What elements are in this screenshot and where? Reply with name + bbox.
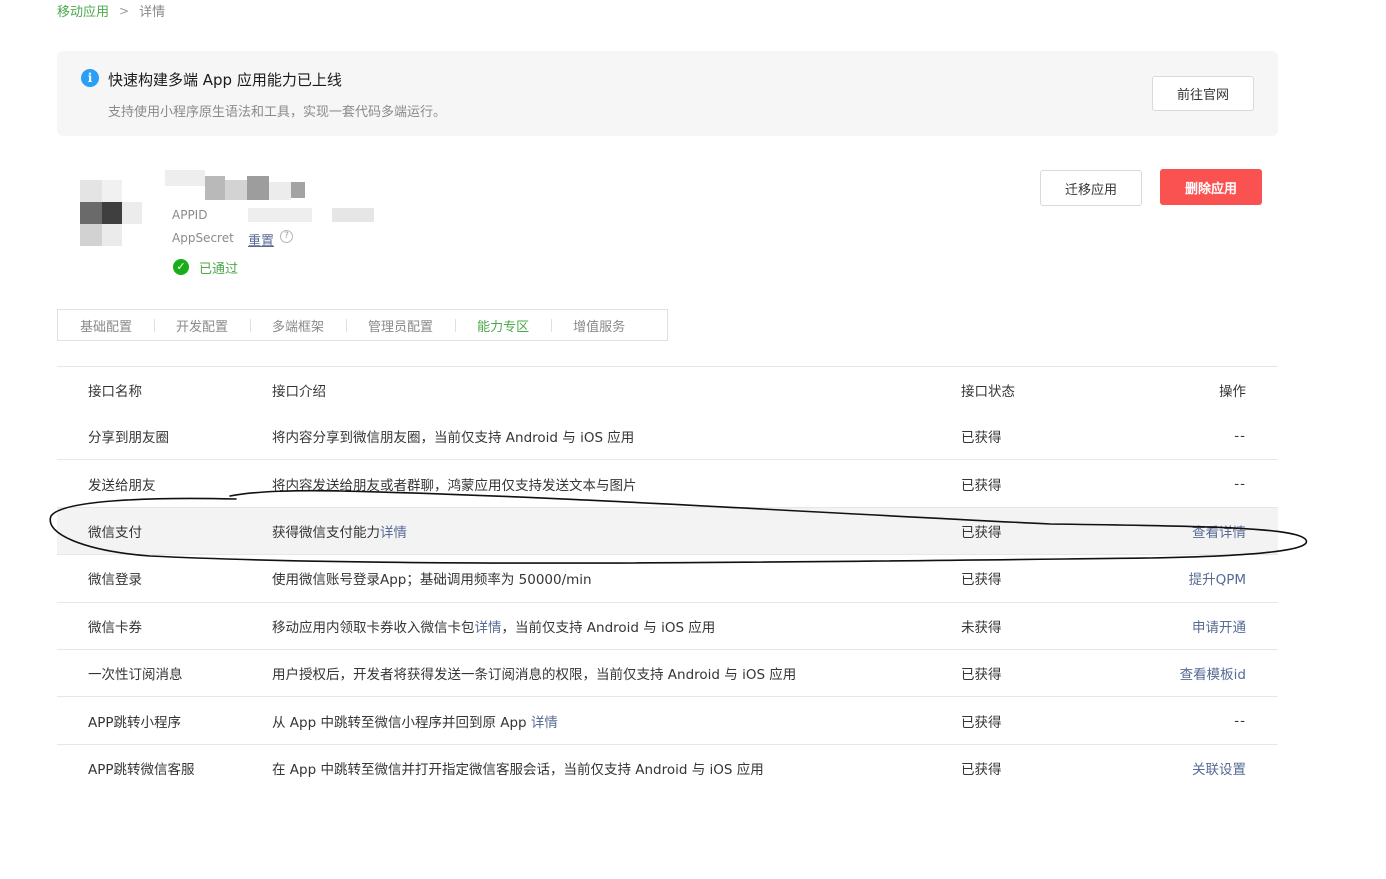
- table-row: 一次性订阅消息 用户授权后，开发者将获得发送一条订阅消息的权限，当前仅支持 An…: [57, 650, 1278, 698]
- tab-admin-config[interactable]: 管理员配置: [346, 316, 455, 335]
- banner-title: 快速构建多端 App 应用能力已上线: [108, 71, 342, 89]
- row-status: 已获得: [961, 667, 1002, 684]
- details-link[interactable]: 详情: [380, 525, 407, 541]
- app-avatar: [80, 180, 142, 254]
- row-op-empty: --: [1234, 712, 1246, 729]
- appid-value-redacted: [248, 208, 312, 222]
- row-name: APP跳转微信客服: [88, 762, 195, 779]
- migrate-app-button[interactable]: 迁移应用: [1040, 170, 1142, 206]
- breadcrumb: 移动应用 > 详情: [57, 1, 166, 21]
- review-status: 已通过: [199, 262, 239, 277]
- breadcrumb-current: 详情: [139, 5, 166, 20]
- table-row: APP跳转微信客服 在 App 中跳转至微信并打开指定微信客服会话，当前仅支持 …: [57, 745, 1278, 792]
- details-link[interactable]: 详情: [475, 620, 502, 636]
- row-desc: 从 App 中跳转至微信小程序并回到原 App: [272, 714, 531, 731]
- row-name: 微信登录: [88, 572, 142, 589]
- header-op: 操作: [1219, 384, 1246, 400]
- row-status: 未获得: [961, 619, 1002, 636]
- details-link[interactable]: 详情: [531, 715, 558, 731]
- row-status: 已获得: [961, 430, 1002, 447]
- table-row: APP跳转小程序 从 App 中跳转至微信小程序并回到原 App 详情 已获得 …: [57, 697, 1278, 745]
- tab-multi-platform[interactable]: 多端框架: [250, 316, 346, 335]
- table-row: 微信卡券 移动应用内领取卡券收入微信卡包详情，当前仅支持 Android 与 i…: [57, 603, 1278, 650]
- delete-app-button[interactable]: 删除应用: [1160, 169, 1262, 205]
- row-name: 微信卡券: [88, 619, 142, 636]
- row-name: 发送给朋友: [88, 477, 156, 494]
- row-desc: 用户授权后，开发者将获得发送一条订阅消息的权限，当前仅支持 Android 与 …: [272, 667, 797, 684]
- view-template-id-link[interactable]: 查看模板id: [1180, 663, 1246, 683]
- apply-link[interactable]: 申请开通: [1192, 616, 1246, 636]
- header-name: 接口名称: [88, 384, 142, 400]
- tab-value-added[interactable]: 增值服务: [551, 316, 647, 335]
- appsecret-label: AppSecret: [172, 231, 234, 245]
- row-desc: 使用微信账号登录App；基础调用频率为 50000/min: [272, 572, 592, 589]
- link-settings-link[interactable]: 关联设置: [1192, 758, 1246, 778]
- row-status: 已获得: [961, 477, 1002, 494]
- table-row-highlighted: 微信支付 获得微信支付能力详情 已获得 查看详情: [57, 507, 1278, 556]
- row-desc-wrap: 移动应用内领取卡券收入微信卡包详情，当前仅支持 Android 与 iOS 应用: [272, 616, 715, 636]
- raise-qpm-link[interactable]: 提升QPM: [1189, 568, 1246, 588]
- row-op-empty: --: [1234, 475, 1246, 492]
- tab-capabilities[interactable]: 能力专区: [455, 316, 551, 335]
- row-desc: 获得微信支付能力: [272, 524, 380, 541]
- row-desc: 在 App 中跳转至微信并打开指定微信客服会话，当前仅支持 Android 与 …: [272, 762, 764, 779]
- row-desc-suffix: ，当前仅支持 Android 与 iOS 应用: [501, 619, 716, 636]
- banner-description: 支持使用小程序原生语法和工具，实现一套代码多端运行。: [108, 105, 447, 120]
- row-status: 已获得: [961, 524, 1002, 541]
- capability-table: 接口名称 接口介绍 接口状态 操作 分享到朋友圈 将内容分享到微信朋友圈，当前仅…: [57, 366, 1278, 792]
- tab-dev-config[interactable]: 开发配置: [154, 316, 250, 335]
- view-details-link[interactable]: 查看详情: [1192, 521, 1246, 541]
- reset-secret-link[interactable]: 重置: [248, 230, 274, 249]
- tab-basic-config[interactable]: 基础配置: [58, 316, 154, 335]
- row-desc-wrap: 获得微信支付能力详情: [272, 521, 407, 541]
- table-header: 接口名称 接口介绍 接口状态 操作: [57, 367, 1278, 413]
- info-icon: i: [81, 69, 99, 87]
- breadcrumb-parent-link[interactable]: 移动应用: [57, 1, 109, 20]
- announcement-banner: i 快速构建多端 App 应用能力已上线 支持使用小程序原生语法和工具，实现一套…: [57, 51, 1278, 136]
- row-desc: 移动应用内领取卡券收入微信卡包: [272, 619, 475, 636]
- visit-website-button[interactable]: 前往官网: [1152, 76, 1254, 111]
- row-status: 已获得: [961, 762, 1002, 779]
- row-name: 一次性订阅消息: [88, 667, 183, 684]
- header-desc: 接口介绍: [272, 384, 326, 400]
- header-status: 接口状态: [961, 384, 1015, 400]
- row-status: 已获得: [961, 714, 1002, 731]
- row-op-empty: --: [1234, 428, 1246, 445]
- help-icon[interactable]: ?: [280, 230, 293, 243]
- tab-bar: 基础配置 开发配置 多端框架 管理员配置 能力专区 增值服务: [57, 309, 668, 341]
- chevron-right-icon: >: [119, 3, 130, 18]
- app-name-redacted: [165, 170, 375, 204]
- row-desc-wrap: 从 App 中跳转至微信小程序并回到原 App 详情: [272, 711, 558, 731]
- appid-label: APPID: [172, 208, 208, 222]
- table-row: 发送给朋友 将内容发送给朋友或者群聊，鸿蒙应用仅支持发送文本与图片 已获得 --: [57, 460, 1278, 508]
- row-name: 微信支付: [88, 524, 142, 541]
- table-row: 微信登录 使用微信账号登录App；基础调用频率为 50000/min 已获得 提…: [57, 555, 1278, 603]
- row-name: APP跳转小程序: [88, 714, 182, 731]
- row-desc: 将内容发送给朋友或者群聊，鸿蒙应用仅支持发送文本与图片: [272, 477, 637, 494]
- row-name: 分享到朋友圈: [88, 430, 169, 447]
- appid-value-redacted-2: [332, 208, 374, 222]
- check-circle-icon: ✓: [173, 259, 189, 275]
- table-row: 分享到朋友圈 将内容分享到微信朋友圈，当前仅支持 Android 与 iOS 应…: [57, 413, 1278, 461]
- row-desc: 将内容分享到微信朋友圈，当前仅支持 Android 与 iOS 应用: [272, 430, 635, 447]
- row-status: 已获得: [961, 572, 1002, 589]
